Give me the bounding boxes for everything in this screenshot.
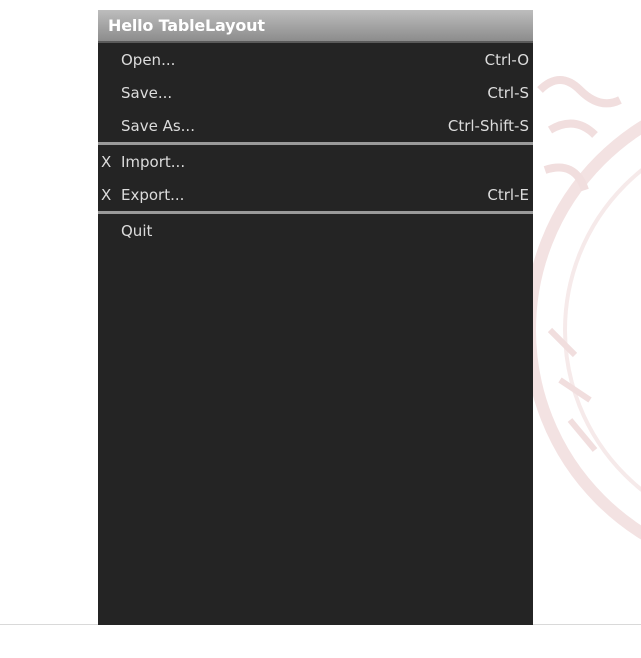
menu-item-quit[interactable]: Quit xyxy=(98,214,533,247)
menu-item-save-as[interactable]: Save As... Ctrl-Shift-S xyxy=(98,109,533,142)
menu-item-mark: X xyxy=(101,185,112,204)
menu-item-open[interactable]: Open... Ctrl-O xyxy=(98,43,533,76)
seal-watermark xyxy=(524,76,641,540)
menu-item-label: Open... xyxy=(121,50,176,69)
title-bar: Hello TableLayout xyxy=(98,10,533,43)
menu-item-save[interactable]: Save... Ctrl-S xyxy=(98,76,533,109)
menu-item-label: Export... xyxy=(121,185,185,204)
menu-item-shortcut: Ctrl-E xyxy=(487,185,529,204)
window-title: Hello TableLayout xyxy=(108,16,265,35)
menu-item-label: Save As... xyxy=(121,116,195,135)
menu-item-export[interactable]: X Export... Ctrl-E xyxy=(98,178,533,211)
menu-item-label: Quit xyxy=(121,221,153,240)
menu-item-import[interactable]: X Import... xyxy=(98,145,533,178)
menu-item-shortcut: Ctrl-O xyxy=(484,50,529,69)
menu-item-mark: X xyxy=(101,152,112,171)
menu-item-shortcut: Ctrl-S xyxy=(487,83,529,102)
menu-item-label: Save... xyxy=(121,83,173,102)
menu-item-shortcut: Ctrl-Shift-S xyxy=(447,116,529,135)
menu-item-label: Import... xyxy=(121,152,186,171)
app-screen: Hello TableLayout Open... Ctrl-O Save...… xyxy=(98,10,533,625)
